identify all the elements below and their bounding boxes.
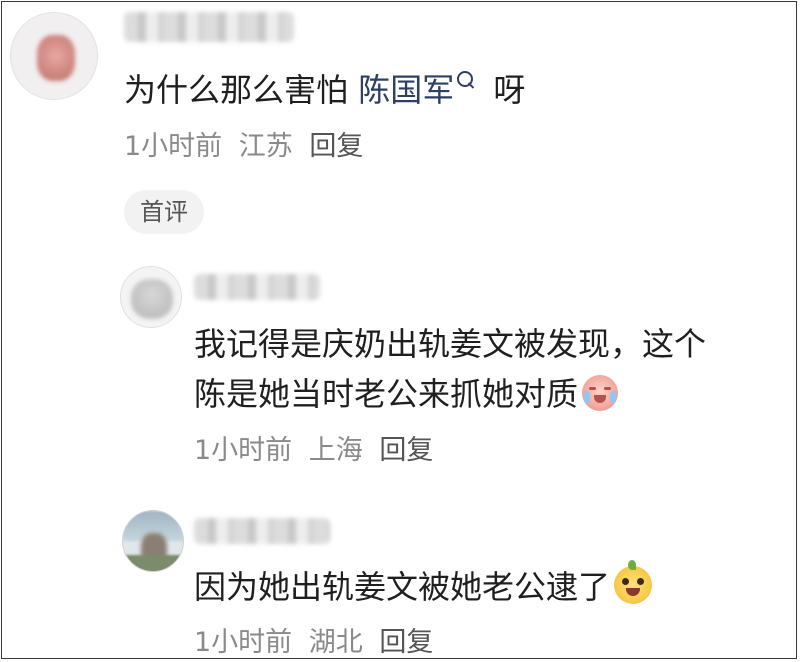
reply-button[interactable]: 回复 bbox=[309, 131, 363, 162]
avatar[interactable] bbox=[120, 266, 182, 328]
location: 上海 bbox=[308, 435, 363, 466]
search-link[interactable]: 陈国军 bbox=[358, 71, 454, 109]
timestamp: 1小时前 bbox=[124, 131, 223, 162]
timestamp: 1小时前 bbox=[194, 627, 293, 658]
location: 湖北 bbox=[308, 627, 363, 658]
crying-laughing-emoji-icon bbox=[582, 375, 619, 411]
timestamp: 1小时前 bbox=[194, 435, 293, 466]
username-blurred[interactable] bbox=[194, 274, 320, 300]
username-blurred[interactable] bbox=[194, 518, 330, 544]
avatar[interactable] bbox=[122, 510, 184, 572]
reply-meta: 1小时前 湖北 回复 bbox=[194, 626, 433, 660]
reply-text-content: 因为她出轨姜文被她老公逮了 bbox=[194, 568, 611, 606]
reply-text: 因为她出轨姜文被她老公逮了 bbox=[194, 560, 653, 609]
reply-button[interactable]: 回复 bbox=[379, 435, 433, 466]
reply-text-line2-content: 陈是她当时老公来抓她对质 bbox=[194, 375, 579, 413]
comment-thread: 为什么那么害怕 陈国军 呀 1小时前 江苏 回复 首评 我记得是庆奶出轨姜文被发… bbox=[1, 1, 797, 659]
reply-text-line2: 陈是她当时老公来抓她对质 bbox=[194, 372, 619, 416]
comment-meta: 1小时前 江苏 回复 bbox=[124, 130, 363, 164]
reply-button[interactable]: 回复 bbox=[379, 627, 433, 658]
comment-text: 为什么那么害怕 陈国军 呀 bbox=[124, 68, 525, 112]
search-icon bbox=[457, 71, 474, 87]
reply-meta: 1小时前 上海 回复 bbox=[194, 434, 433, 468]
comment-text-before-link: 为什么那么害怕 bbox=[124, 71, 359, 109]
grinning-pear-emoji-icon bbox=[614, 560, 653, 604]
location: 江苏 bbox=[238, 131, 293, 162]
avatar[interactable] bbox=[10, 12, 98, 100]
comment-text-after-link: 呀 bbox=[483, 71, 526, 109]
first-comment-badge: 首评 bbox=[124, 190, 204, 234]
reply-text-line1: 我记得是庆奶出轨姜文被发现，这个 bbox=[194, 325, 707, 363]
username-blurred[interactable] bbox=[124, 12, 294, 42]
